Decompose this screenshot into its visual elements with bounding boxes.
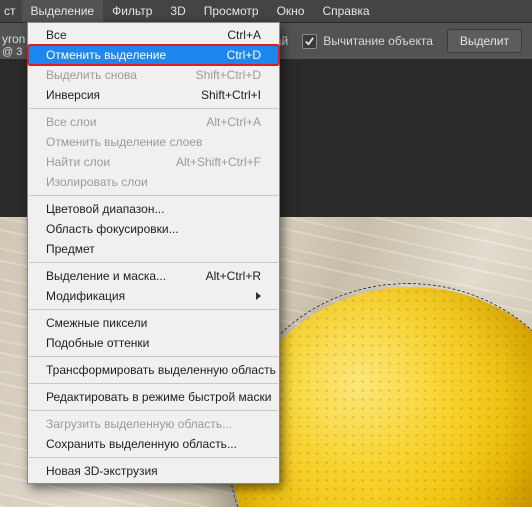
menu-item-shortcut: Alt+Ctrl+A [206,115,261,129]
menu-item[interactable]: Новая 3D-экструзия [28,461,279,481]
menu-item[interactable]: Область фокусировки... [28,219,279,239]
menu-item-label: Выделить снова [46,68,196,82]
menubar-item-просмотр[interactable]: Просмотр [195,0,268,22]
menu-item: Отменить выделение слоев [28,132,279,152]
menu-item-label: Инверсия [46,88,201,102]
menu-item-shortcut: Ctrl+D [227,48,261,62]
menu-item[interactable]: Сохранить выделенную область... [28,434,279,454]
menubar-left-fragment: ст [0,0,22,22]
menu-separator [29,383,278,384]
select-subject-button[interactable]: Выделит [447,29,522,53]
menu-separator [29,410,278,411]
menu-item[interactable]: Подобные оттенки [28,333,279,353]
menubar-item-3d[interactable]: 3D [161,0,194,22]
menu-item-label: Область фокусировки... [46,222,261,236]
menu-item-label: Сохранить выделенную область... [46,437,261,451]
menu-item-label: Отменить выделение [46,48,227,62]
options-left-frag-1: yron [2,32,25,46]
menu-item-label: Трансформировать выделенную область [46,363,276,377]
menu-item-label: Модификация [46,289,250,303]
menu-item[interactable]: Выделение и маска...Alt+Ctrl+R [28,266,279,286]
menu-item-shortcut: Shift+Ctrl+I [201,88,261,102]
menu-item-label: Изолировать слои [46,175,261,189]
menu-item[interactable]: Трансформировать выделенную область [28,360,279,380]
menu-item-label: Все слои [46,115,206,129]
menu-item-label: Предмет [46,242,261,256]
menu-item-label: Смежные пиксели [46,316,261,330]
menu-separator [29,262,278,263]
options-left-frag-2: @ 3 [2,46,22,58]
menu-separator [29,108,278,109]
menu-item: Все слоиAlt+Ctrl+A [28,112,279,132]
subtract-object-checkbox[interactable]: Вычитание объекта [302,34,433,49]
subtract-object-label: Вычитание объекта [323,34,433,48]
menu-item: Выделить сноваShift+Ctrl+D [28,65,279,85]
menubar-item-фильтр[interactable]: Фильтр [103,0,161,22]
menu-item-label: Новая 3D-экструзия [46,464,261,478]
menu-item[interactable]: Смежные пиксели [28,313,279,333]
menu-item[interactable]: ВсеCtrl+A [28,25,279,45]
menu-item: Найти слоиAlt+Shift+Ctrl+F [28,152,279,172]
menubar-item-окно[interactable]: Окно [268,0,314,22]
menu-separator [29,195,278,196]
menu-item-label: Редактировать в режиме быстрой маски [46,390,271,404]
menu-item[interactable]: Отменить выделениеCtrl+D [28,45,279,65]
menu-item-shortcut: Alt+Ctrl+R [206,269,261,283]
menu-item: Загрузить выделенную область... [28,414,279,434]
menu-item-shortcut: Alt+Shift+Ctrl+F [176,155,261,169]
menu-item-shortcut: Ctrl+A [227,28,261,42]
menu-item[interactable]: Предмет [28,239,279,259]
menu-separator [29,356,278,357]
menu-item: Изолировать слои [28,172,279,192]
menu-item[interactable]: Модификация [28,286,279,306]
menu-item-label: Выделение и маска... [46,269,206,283]
menu-item[interactable]: Редактировать в режиме быстрой маски [28,387,279,407]
menubar: ст ВыделениеФильтр3DПросмотрОкноСправка [0,0,532,23]
menu-item[interactable]: Цветовой диапазон... [28,199,279,219]
menu-item[interactable]: ИнверсияShift+Ctrl+I [28,85,279,105]
menu-item-shortcut: Shift+Ctrl+D [196,68,261,82]
selection-menu-dropdown: ВсеCtrl+AОтменить выделениеCtrl+DВыделит… [27,22,280,484]
menubar-item-справка[interactable]: Справка [313,0,378,22]
menu-item-label: Найти слои [46,155,176,169]
menu-item-label: Подобные оттенки [46,336,261,350]
check-icon [304,36,315,47]
checkbox-box [302,34,317,49]
menu-item-label: Загрузить выделенную область... [46,417,261,431]
menu-item-label: Все [46,28,227,42]
menubar-item-выделение[interactable]: Выделение [22,0,104,22]
menu-item-label: Отменить выделение слоев [46,135,261,149]
menu-item-label: Цветовой диапазон... [46,202,261,216]
menu-separator [29,457,278,458]
menu-separator [29,309,278,310]
